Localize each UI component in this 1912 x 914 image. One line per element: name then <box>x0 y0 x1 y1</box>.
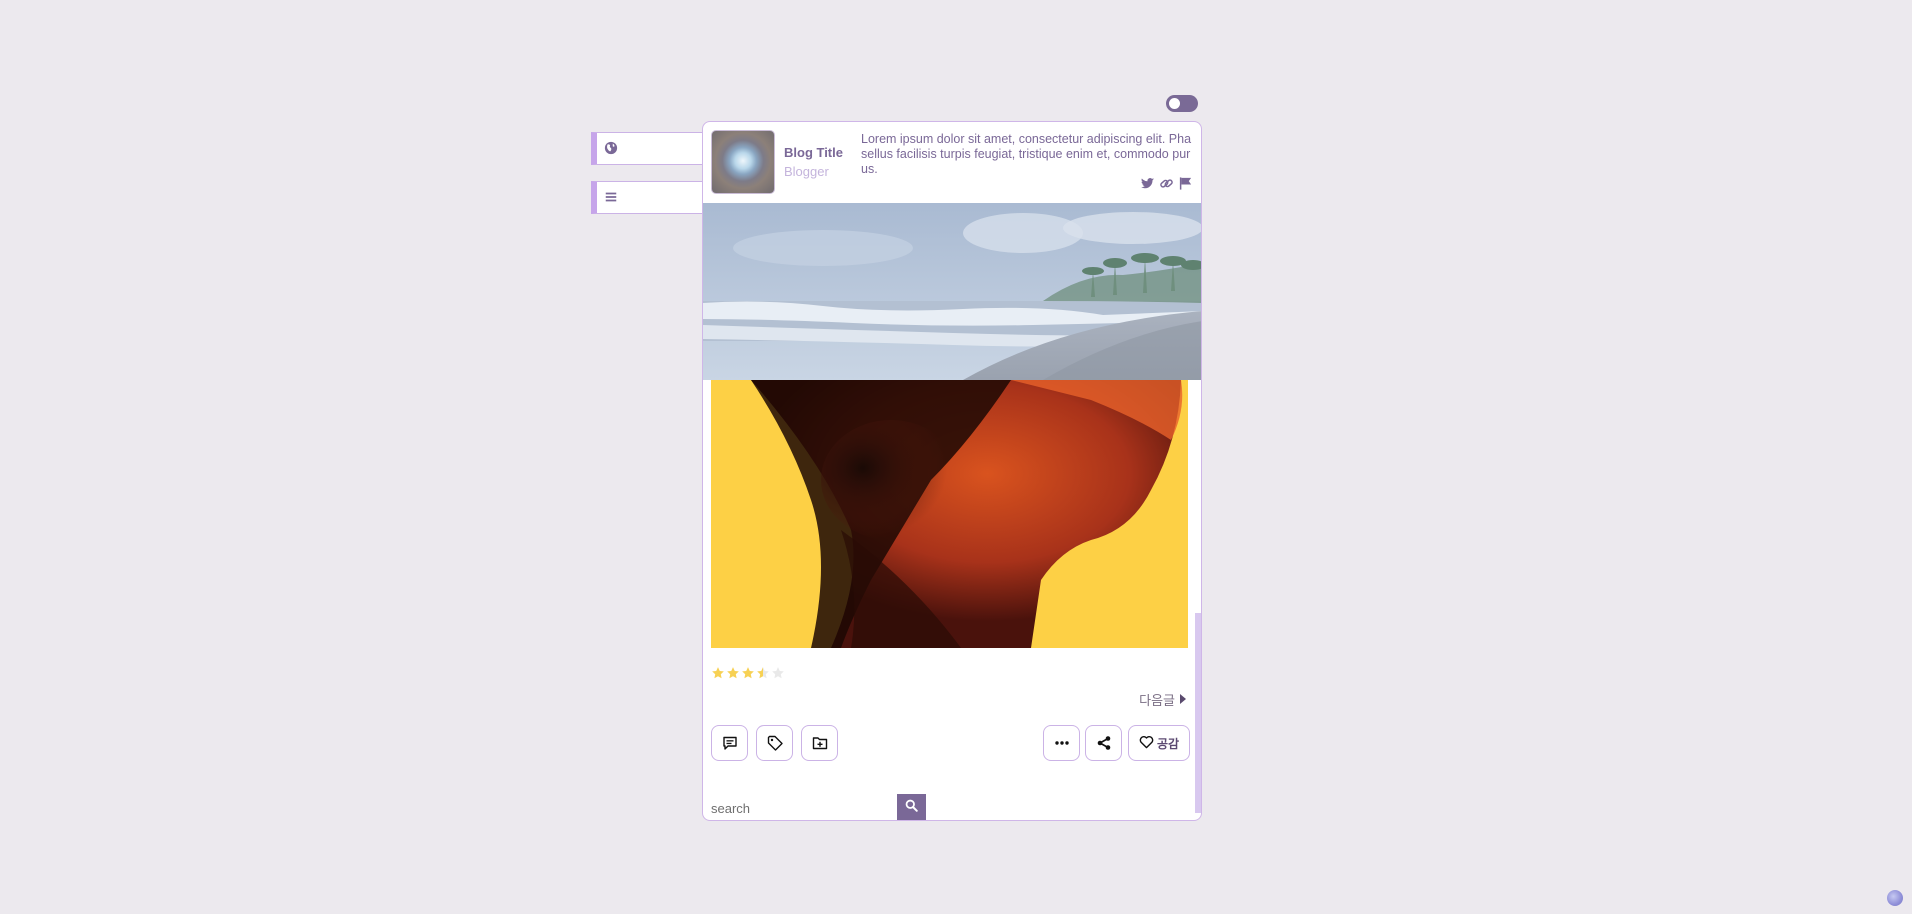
star-icon <box>741 666 755 680</box>
sidebar-tab-globe[interactable] <box>591 132 703 165</box>
blog-role: Blogger <box>784 164 829 179</box>
like-label: 공감 <box>1156 736 1180 751</box>
cover-image <box>703 203 1201 380</box>
comment-icon <box>722 735 738 751</box>
corner-widget-icon[interactable] <box>1887 890 1903 906</box>
blog-avatar[interactable] <box>711 130 775 194</box>
star-empty-icon <box>771 666 785 680</box>
toggle-knob <box>1169 98 1180 109</box>
share-button[interactable] <box>1085 725 1122 761</box>
theme-toggle[interactable] <box>1166 95 1198 112</box>
social-links <box>1140 176 1193 191</box>
search-button[interactable] <box>897 794 926 820</box>
next-post-label: 다음글 <box>1139 693 1175 708</box>
tag-icon <box>767 735 783 751</box>
flag-icon[interactable] <box>1178 176 1193 191</box>
blog-card: Blog Title Blogger Lorem ipsum dolor sit… <box>702 121 1202 821</box>
search-icon <box>905 799 918 817</box>
search-input[interactable] <box>711 795 897 820</box>
tag-button[interactable] <box>756 725 793 761</box>
folder-add-button[interactable] <box>801 725 838 761</box>
caret-right-icon <box>1179 692 1187 707</box>
more-icon <box>1054 735 1070 751</box>
like-button[interactable]: 공감 <box>1128 725 1190 761</box>
blog-header: Blog Title Blogger Lorem ipsum dolor sit… <box>703 122 1201 203</box>
twitter-icon[interactable] <box>1140 176 1155 191</box>
star-half-icon <box>756 666 770 680</box>
comment-button[interactable] <box>711 725 748 761</box>
folder-add-icon <box>812 735 828 751</box>
post-content[interactable]: 다음글 공감 <box>703 380 1201 802</box>
menu-icon <box>604 190 620 206</box>
blog-title[interactable]: Blog Title <box>784 145 843 160</box>
star-icon <box>711 666 725 680</box>
content-scrollbar[interactable] <box>1195 613 1201 813</box>
sidebar-tab-menu[interactable] <box>591 181 703 214</box>
blog-description: Lorem ipsum dolor sit amet, consectetur … <box>861 132 1192 176</box>
post-image <box>711 380 1188 648</box>
link-icon[interactable] <box>1159 176 1174 191</box>
star-icon <box>726 666 740 680</box>
more-button[interactable] <box>1043 725 1080 761</box>
heart-icon <box>1139 735 1154 752</box>
share-icon <box>1096 735 1112 751</box>
next-post-link[interactable]: 다음글 <box>1139 690 1187 709</box>
globe-icon <box>604 141 620 157</box>
rating-stars <box>711 666 785 680</box>
